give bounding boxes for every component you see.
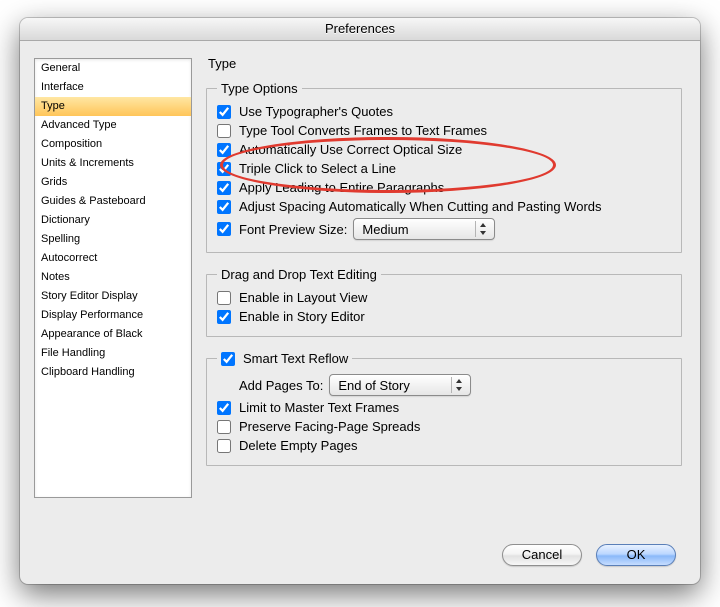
font-preview-row: Font Preview Size: Medium [217,216,671,242]
story-editor-label: Enable in Story Editor [239,309,365,324]
font-preview-select[interactable]: Medium [353,218,495,240]
sidebar-item-grids[interactable]: Grids [35,173,191,192]
sidebar-item-story-editor-display[interactable]: Story Editor Display [35,287,191,306]
convert-frames-row[interactable]: Type Tool Converts Frames to Text Frames [217,121,671,140]
sidebar-item-file-handling[interactable]: File Handling [35,344,191,363]
sidebar-item-notes[interactable]: Notes [35,268,191,287]
window-content: GeneralInterfaceTypeAdvanced TypeComposi… [20,40,700,584]
category-sidebar[interactable]: GeneralInterfaceTypeAdvanced TypeComposi… [34,58,192,498]
sidebar-item-display-performance[interactable]: Display Performance [35,306,191,325]
font-preview-label: Font Preview Size: [239,222,347,237]
add-pages-select[interactable]: End of Story [329,374,471,396]
ok-button[interactable]: OK [596,544,676,566]
smart-reflow-group: Smart Text Reflow Add Pages To: End of S… [206,351,682,466]
select-arrows-icon [475,221,490,237]
sidebar-item-guides-pasteboard[interactable]: Guides & Pasteboard [35,192,191,211]
delete-empty-label: Delete Empty Pages [239,438,358,453]
font-preview-checkbox[interactable] [217,222,231,236]
leading-paragraphs-label: Apply Leading to Entire Paragraphs [239,180,444,195]
layout-view-row[interactable]: Enable in Layout View [217,288,671,307]
preserve-spreads-row[interactable]: Preserve Facing-Page Spreads [217,417,671,436]
sidebar-item-dictionary[interactable]: Dictionary [35,211,191,230]
typographers-quotes-checkbox[interactable] [217,105,231,119]
preserve-spreads-checkbox[interactable] [217,420,231,434]
sidebar-item-type[interactable]: Type [35,97,191,116]
delete-empty-checkbox[interactable] [217,439,231,453]
leading-paragraphs-checkbox[interactable] [217,181,231,195]
sidebar-item-general[interactable]: General [35,59,191,78]
preferences-window: Preferences GeneralInterfaceTypeAdvanced… [20,18,700,584]
type-options-legend: Type Options [217,81,302,96]
sidebar-item-autocorrect[interactable]: Autocorrect [35,249,191,268]
story-editor-row[interactable]: Enable in Story Editor [217,307,671,326]
sidebar-item-interface[interactable]: Interface [35,78,191,97]
story-editor-checkbox[interactable] [217,310,231,324]
sidebar-item-composition[interactable]: Composition [35,135,191,154]
typographers-quotes-label: Use Typographer's Quotes [239,104,393,119]
typographers-quotes-row[interactable]: Use Typographer's Quotes [217,102,671,121]
limit-master-checkbox[interactable] [217,401,231,415]
dialog-buttons: Cancel OK [502,544,676,566]
cancel-button[interactable]: Cancel [502,544,582,566]
window-title: Preferences [20,18,700,41]
limit-master-label: Limit to Master Text Frames [239,400,399,415]
auto-optical-size-row[interactable]: Automatically Use Correct Optical Size [217,140,671,159]
select-arrows-icon [451,377,466,393]
sidebar-item-clipboard-handling[interactable]: Clipboard Handling [35,363,191,382]
adjust-spacing-label: Adjust Spacing Automatically When Cuttin… [239,199,602,214]
add-pages-row: Add Pages To: End of Story [217,372,671,398]
drag-drop-legend: Drag and Drop Text Editing [217,267,381,282]
sidebar-item-spelling[interactable]: Spelling [35,230,191,249]
drag-drop-group: Drag and Drop Text Editing Enable in Lay… [206,267,682,337]
sidebar-item-advanced-type[interactable]: Advanced Type [35,116,191,135]
font-preview-value: Medium [362,222,408,237]
limit-master-row[interactable]: Limit to Master Text Frames [217,398,671,417]
type-options-group: Type Options Use Typographer's Quotes Ty… [206,81,682,253]
panel-heading: Type [206,52,682,81]
layout-view-label: Enable in Layout View [239,290,367,305]
adjust-spacing-checkbox[interactable] [217,200,231,214]
triple-click-row[interactable]: Triple Click to Select a Line [217,159,671,178]
smart-reflow-checkbox[interactable] [221,352,235,366]
convert-frames-label: Type Tool Converts Frames to Text Frames [239,123,487,138]
auto-optical-size-label: Automatically Use Correct Optical Size [239,142,462,157]
layout-view-checkbox[interactable] [217,291,231,305]
smart-reflow-legend: Smart Text Reflow [217,351,352,366]
preserve-spreads-label: Preserve Facing-Page Spreads [239,419,420,434]
triple-click-label: Triple Click to Select a Line [239,161,396,176]
type-panel: Type Type Options Use Typographer's Quot… [206,52,682,524]
sidebar-item-units-increments[interactable]: Units & Increments [35,154,191,173]
convert-frames-checkbox[interactable] [217,124,231,138]
add-pages-label: Add Pages To: [239,378,323,393]
adjust-spacing-row[interactable]: Adjust Spacing Automatically When Cuttin… [217,197,671,216]
leading-paragraphs-row[interactable]: Apply Leading to Entire Paragraphs [217,178,671,197]
smart-reflow-label: Smart Text Reflow [243,351,348,366]
sidebar-item-appearance-of-black[interactable]: Appearance of Black [35,325,191,344]
smart-reflow-enable-row[interactable]: Smart Text Reflow [221,351,348,366]
delete-empty-row[interactable]: Delete Empty Pages [217,436,671,455]
triple-click-checkbox[interactable] [217,162,231,176]
add-pages-value: End of Story [338,378,410,393]
auto-optical-size-checkbox[interactable] [217,143,231,157]
